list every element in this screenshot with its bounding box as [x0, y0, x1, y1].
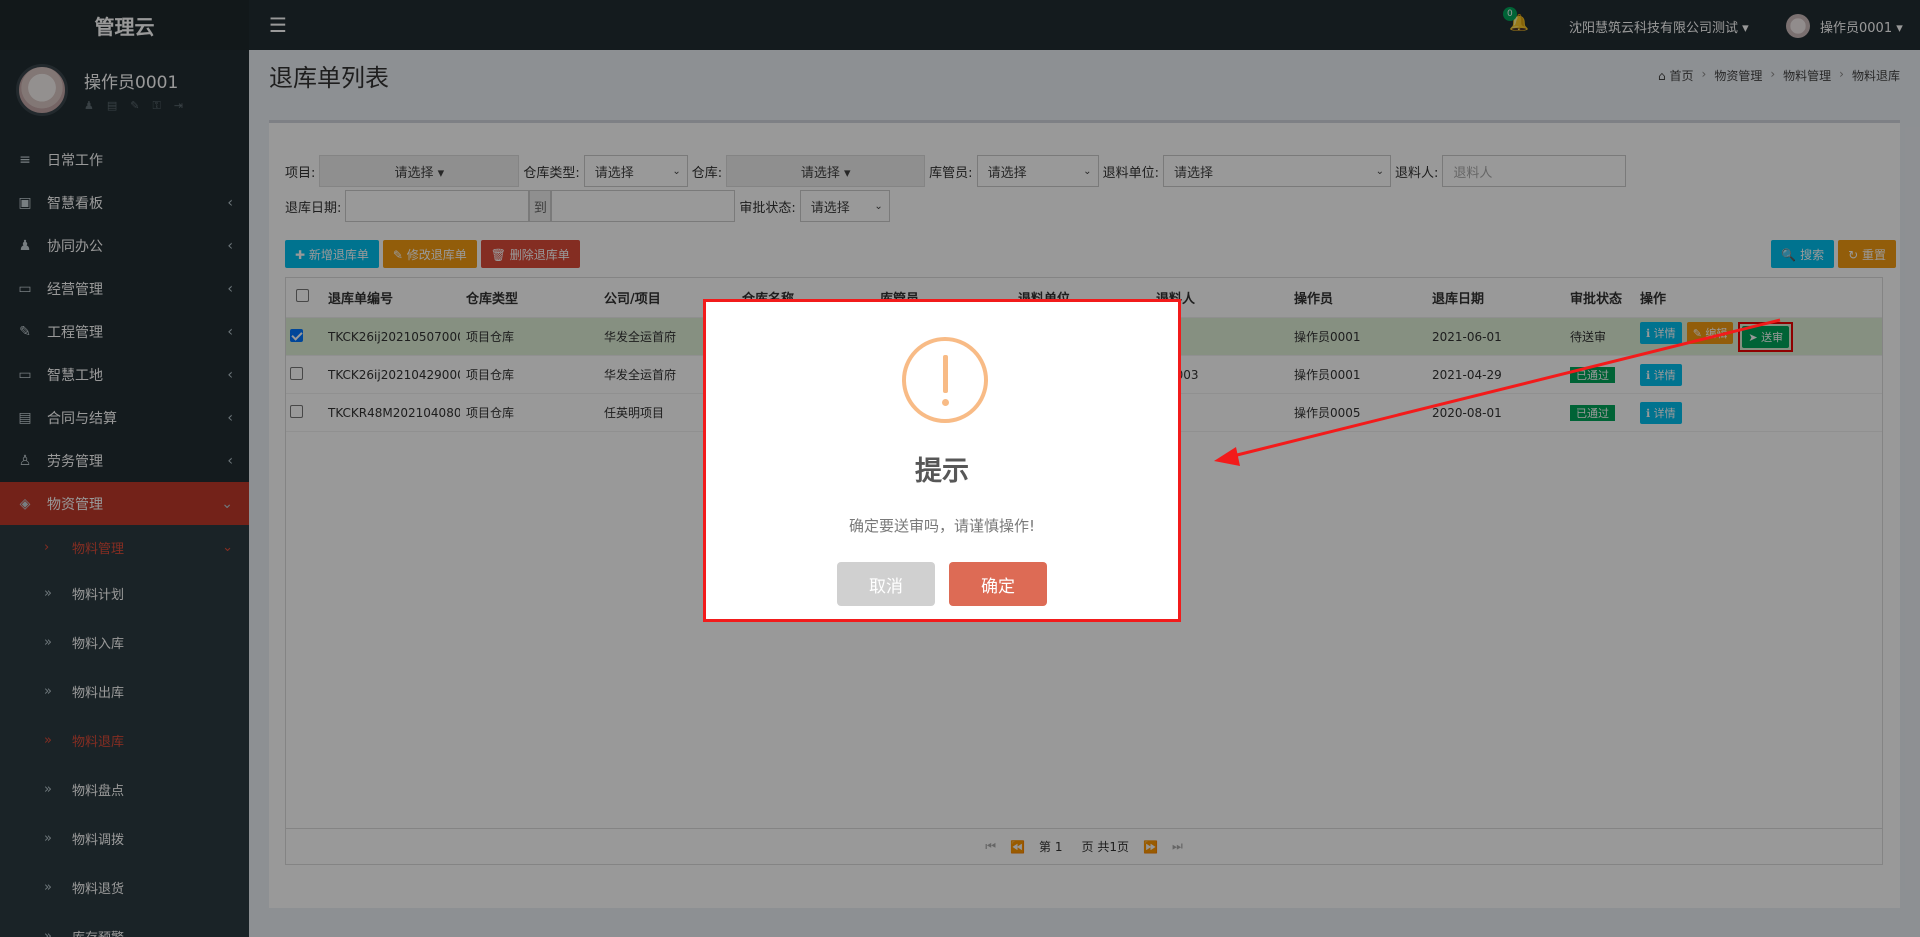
cancel-button[interactable]: 取消: [837, 562, 935, 606]
dialog-buttons: 取消 确定: [706, 562, 1178, 606]
warning-icon: [902, 337, 988, 423]
confirm-dialog: 提示 确定要送审吗，请谨慎操作! 取消 确定: [703, 299, 1181, 622]
confirm-button[interactable]: 确定: [949, 562, 1047, 606]
dialog-title: 提示: [915, 456, 969, 487]
dialog-message: 确定要送审吗，请谨慎操作!: [848, 517, 1035, 535]
